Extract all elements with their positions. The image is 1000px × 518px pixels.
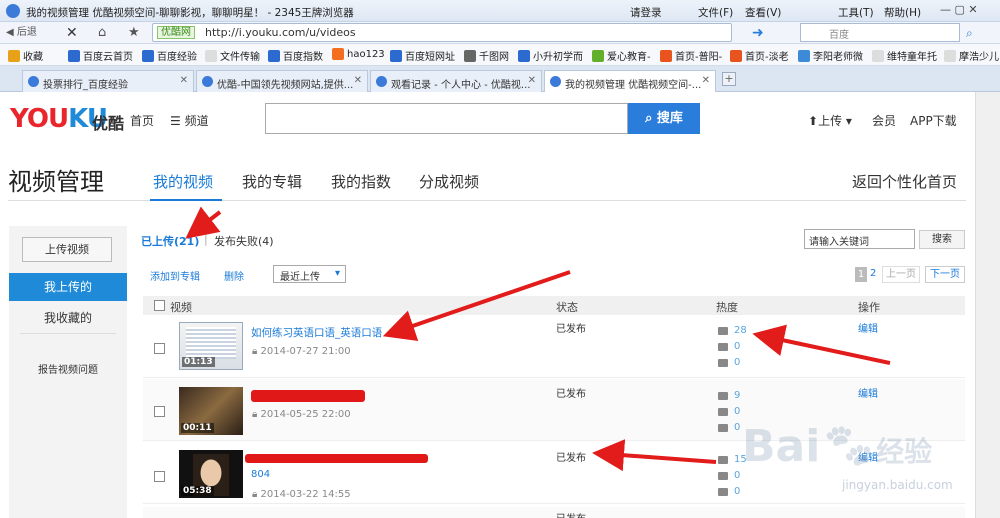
watermark-url: jingyan.baidu.com <box>842 478 953 492</box>
paw-icon: 🐾︎ <box>820 421 877 472</box>
watermark-brand: Bai <box>742 421 821 472</box>
annotation-arrow <box>752 324 891 365</box>
annotation-arrow <box>592 439 717 472</box>
watermark-brand-cn: 经验 <box>876 435 933 468</box>
watermark: Bai🐾︎经验 <box>742 420 932 472</box>
annotation-arrow <box>382 270 571 341</box>
annotation-arrow <box>185 206 222 239</box>
